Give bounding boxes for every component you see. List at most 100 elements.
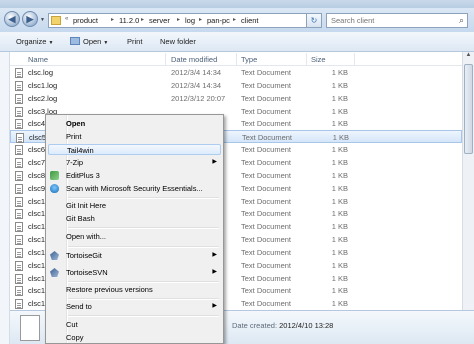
navigation-pane[interactable] [0, 52, 10, 344]
menu-item-label: Copy [66, 333, 84, 342]
chevron-down-icon: ▼ [103, 40, 109, 46]
search-icon[interactable]: ⌕ [459, 15, 464, 26]
file-size: 1 KB [331, 119, 348, 129]
file-type: Text Document [241, 157, 292, 167]
menu-item-label: Git Init Here [66, 201, 107, 210]
menu-separator [68, 227, 219, 228]
menu-item-cut[interactable]: Cut [48, 319, 221, 330]
open-icon [70, 37, 80, 45]
refresh-icon: ↻ [310, 16, 318, 25]
date-created-label: Date created: [232, 321, 278, 330]
chevron-down-icon: ▼ [48, 40, 54, 46]
file-type: Text Document [241, 299, 292, 309]
breadcrumb-separator-icon[interactable]: ▸ [111, 16, 114, 23]
menu-item-print[interactable]: Print [48, 131, 221, 142]
file-type: Text Document [241, 119, 292, 129]
menu-item-copy[interactable]: Copy [48, 332, 221, 343]
address-row: ◀ ▶ ▼ « product ▸ 11.2.0 ▸ server ▸ log … [0, 8, 474, 32]
text-file-icon [15, 183, 23, 194]
refresh-button[interactable]: ↻ [306, 13, 322, 28]
menu-item-git-bash[interactable]: Git Bash [48, 213, 221, 224]
open-label: Open [83, 37, 102, 46]
editplus-icon [50, 171, 59, 180]
menu-item-scan[interactable]: Scan with Microsoft Security Essentials.… [48, 183, 221, 194]
file-type: Text Document [241, 93, 292, 103]
text-file-icon [15, 247, 23, 258]
file-size: 1 KB [331, 93, 348, 103]
address-bar[interactable]: « product ▸ 11.2.0 ▸ server ▸ log ▸ pan-… [48, 13, 318, 28]
column-divider[interactable] [306, 53, 307, 65]
back-button[interactable]: ◀ [4, 11, 20, 27]
forward-button[interactable]: ▶ [22, 11, 38, 27]
file-row[interactable]: clsc1.log 2012/3/4 14:34 Text Document 1 KB [10, 79, 462, 92]
breadcrumb-separator-icon[interactable]: ▸ [177, 16, 180, 23]
breadcrumb-client[interactable]: client [241, 16, 259, 25]
menu-item-open-with[interactable]: Open with... [48, 231, 221, 242]
organize-button[interactable]: Organize ▼ [16, 37, 53, 46]
menu-item-restore[interactable]: Restore previous versions [48, 284, 221, 295]
file-name: clsc2.log [28, 93, 58, 103]
column-header-date[interactable]: Date modified [171, 55, 217, 64]
column-header-name[interactable]: Name [28, 55, 48, 64]
breadcrumb-log[interactable]: log [185, 16, 195, 25]
security-essentials-icon [50, 184, 59, 193]
file-type: Text Document [241, 68, 292, 77]
context-menu: Open Print Tail4win 7-Zip ▶ EditPlus 3 S… [45, 114, 224, 344]
column-header-type[interactable]: Type [241, 55, 257, 64]
text-file-icon [15, 157, 23, 168]
text-file-icon [15, 299, 23, 310]
breadcrumb-version[interactable]: 11.2.0 [119, 16, 139, 25]
window-title-bar [0, 0, 474, 8]
file-type: Text Document [241, 183, 292, 193]
menu-item-send-to[interactable]: Send to ▶ [48, 301, 221, 312]
menu-item-label: Git Bash [66, 214, 95, 223]
menu-item-git-init[interactable]: Git Init Here [48, 200, 221, 211]
breadcrumb-separator-icon[interactable]: ▸ [233, 16, 236, 23]
text-file-icon [15, 119, 23, 130]
text-file-icon [15, 145, 23, 156]
menu-item-label: Cut [66, 320, 78, 329]
file-size: 1 KB [331, 273, 348, 283]
menu-item-tail4win[interactable]: Tail4win [48, 144, 221, 155]
menu-separator [68, 197, 219, 198]
column-divider[interactable] [165, 53, 166, 65]
breadcrumb-server[interactable]: server [149, 16, 170, 25]
text-file-icon [15, 235, 23, 246]
text-file-icon [15, 222, 23, 233]
file-row[interactable]: clsc2.log 2012/3/12 20:07 Text Document 1 K… [10, 92, 462, 105]
open-button[interactable]: Open ▼ [70, 37, 108, 46]
scrollbar-thumb[interactable] [464, 64, 473, 154]
vertical-scrollbar[interactable]: ▲ [462, 52, 474, 310]
scroll-up-icon[interactable]: ▲ [463, 52, 474, 63]
new-folder-label: New folder [160, 37, 196, 46]
search-box[interactable]: ⌕ [326, 13, 468, 28]
menu-item-tortoisesvn[interactable]: TortoiseSVN ▶ [48, 267, 221, 278]
breadcrumb-separator-icon[interactable]: ▸ [199, 16, 202, 23]
menu-item-tortoisegit[interactable]: TortoiseGit ▶ [48, 250, 221, 261]
breadcrumb-product[interactable]: product [73, 16, 98, 25]
file-row[interactable]: clsc.log 2012/3/4 14:34 Text Document 1 KB [10, 66, 462, 79]
menu-separator [68, 315, 219, 316]
column-divider[interactable] [236, 53, 237, 65]
back-arrow-icon: ◀ [8, 14, 16, 24]
print-button[interactable]: Print [127, 37, 142, 46]
breadcrumb-overflow[interactable]: « [65, 16, 68, 22]
recent-pages-dropdown-icon[interactable]: ▼ [40, 17, 45, 23]
menu-item-label: Send to [66, 302, 92, 311]
menu-item-open[interactable]: Open [48, 118, 221, 129]
search-input[interactable] [327, 14, 447, 27]
text-file-icon [15, 106, 23, 117]
file-size: 1 KB [331, 222, 348, 232]
text-file-icon [15, 286, 23, 297]
breadcrumb-separator-icon[interactable]: ▸ [141, 16, 144, 23]
tortoisesvn-icon [50, 268, 59, 277]
menu-item-7zip[interactable]: 7-Zip ▶ [48, 157, 221, 168]
text-file-icon [15, 80, 23, 91]
command-bar: Organize ▼ Open ▼ Print New folder [0, 32, 474, 52]
file-size: 1 KB [332, 133, 349, 143]
menu-item-editplus[interactable]: EditPlus 3 [48, 170, 221, 181]
breadcrumb-pan-pc[interactable]: pan-pc [207, 16, 230, 25]
column-header-size[interactable]: Size [311, 55, 326, 64]
new-folder-button[interactable]: New folder [160, 37, 196, 46]
column-divider[interactable] [354, 53, 355, 65]
